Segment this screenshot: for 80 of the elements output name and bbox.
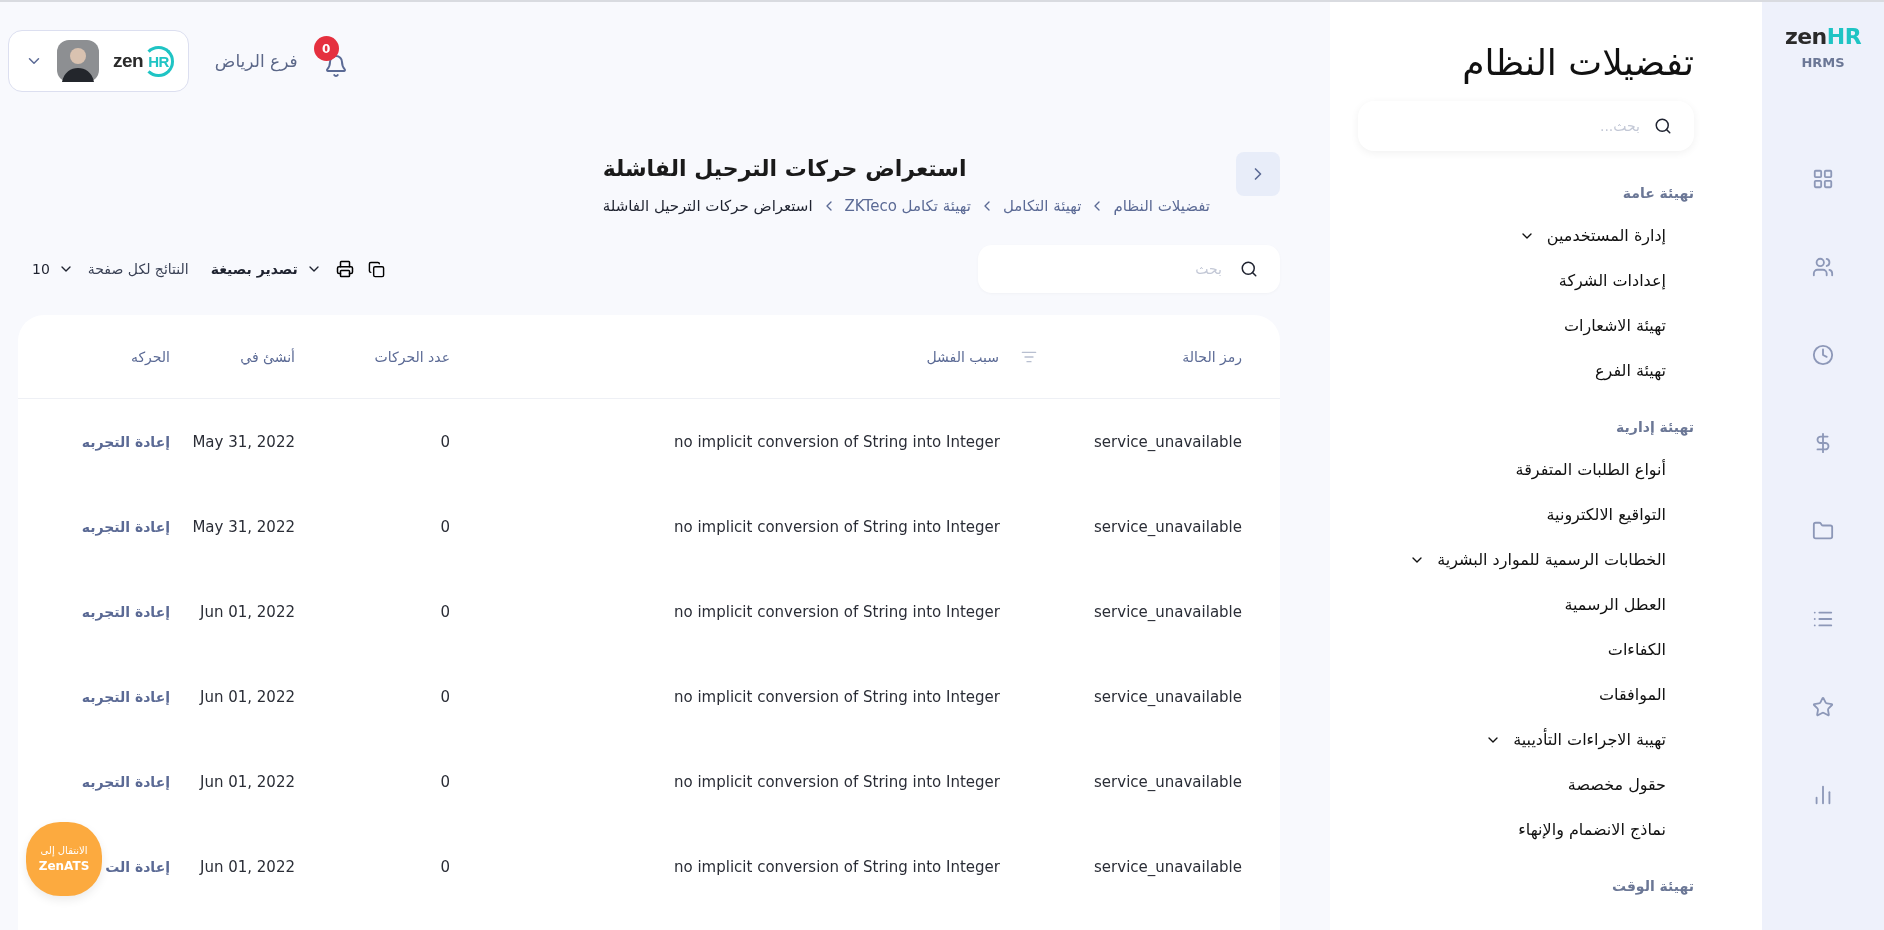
retry-link[interactable]: إعادة الت — [105, 858, 170, 875]
page-title: استعراض حركات الترحيل الفاشلة — [602, 156, 967, 181]
sidebar-item[interactable]: أنواع الطلبات المتفرقة — [1515, 447, 1666, 492]
table-cell-text: 0 — [439, 602, 451, 621]
retry-link[interactable]: إعادة التجربه — [81, 688, 170, 705]
sidebar-item[interactable]: نماذج الانضمام والإنهاء — [1518, 807, 1666, 852]
sidebar-item[interactable]: تهيبة الاجراءات التأديبية — [1485, 717, 1666, 762]
folder-icon[interactable] — [1812, 520, 1834, 542]
per-page-select[interactable]: 10 — [32, 261, 74, 277]
retry-link[interactable]: إعادة التجربه — [81, 518, 170, 535]
clock-icon[interactable] — [1812, 344, 1834, 366]
table-cell-text: 0 — [439, 432, 451, 451]
sidebar-item[interactable]: تهيئة الفرع — [1595, 348, 1666, 393]
table-cell-text: no implicit conversion of String into Integer — [673, 602, 1001, 621]
sidebar-item[interactable]: حقول مخصصة — [1567, 762, 1666, 807]
table-cell-text: no implicit conversion of String into Integer — [673, 857, 1001, 876]
table-cell-text: no implicit conversion of String into Integer — [673, 432, 1001, 451]
search-field[interactable]: بحث — [978, 245, 1280, 293]
table-cell-text: 0 — [439, 517, 451, 536]
breadcrumb-link[interactable]: تفضيلات النظام — [1113, 197, 1210, 215]
notification-count: 0 — [313, 36, 339, 61]
print-icon[interactable] — [335, 260, 354, 278]
column-header: أنشئ في — [240, 348, 295, 365]
section-heading: تهيئة إدارية — [1616, 418, 1694, 438]
table-cell-text: 0 — [439, 772, 451, 791]
account-menu[interactable]: zen HR — [8, 30, 189, 92]
column-header: رمز الحالة — [1182, 348, 1242, 365]
sidebar-item[interactable]: الكفاءات — [1607, 627, 1666, 672]
breadcrumb-link[interactable]: تهيئة التكامل — [1002, 197, 1082, 215]
column-header: الحركه — [130, 348, 170, 365]
users-icon[interactable] — [1812, 256, 1834, 278]
section-heading: تهيئة الوقت — [1611, 877, 1694, 897]
retry-link[interactable]: إعادة التجربه — [81, 603, 170, 620]
sidebar-item[interactable]: العطل الرسمية — [1564, 582, 1666, 627]
sidebar-item[interactable]: تهيئة الاشعارات — [1564, 303, 1666, 348]
table-cell-text: May 31, 2022 — [191, 432, 296, 451]
sidebar-item[interactable]: إدارة المستخدمين — [1518, 213, 1666, 258]
retry-link[interactable]: إعادة التجربه — [81, 433, 170, 450]
table-cell-text: Jun 01, 2022 — [198, 602, 296, 621]
back-button[interactable] — [1236, 152, 1280, 196]
star-icon[interactable] — [1812, 696, 1834, 718]
table-cell-text: Jun 01, 2022 — [198, 687, 296, 706]
copy-icon[interactable] — [367, 260, 385, 278]
breadcrumb-current: استعراض حركات الترحيل الفاشلة — [602, 197, 813, 215]
table-cell-text: service_unavailable — [1093, 602, 1243, 621]
avatar-icon — [57, 40, 99, 82]
sidebar-title: تفضيلات النظام — [1462, 42, 1694, 83]
grid-icon[interactable] — [1812, 168, 1834, 190]
table-cell-text: no implicit conversion of String into Integer — [673, 772, 1001, 791]
table-cell-text: May 31, 2022 — [191, 517, 296, 536]
sidebar-item[interactable]: التواقيع الالكترونية — [1546, 492, 1666, 537]
table-cell-text: service_unavailable — [1093, 517, 1243, 536]
table-cell-text: service_unavailable — [1093, 772, 1243, 791]
sidebar-item[interactable]: الموافقات — [1599, 672, 1666, 717]
table-cell-text: no implicit conversion of String into Integer — [673, 687, 1001, 706]
bell-icon[interactable] — [323, 54, 348, 78]
column-header: عدد الحركات — [374, 348, 450, 365]
section-heading: تهيئة عامة — [1622, 184, 1694, 204]
search-field[interactable]: بحث... — [1358, 101, 1694, 151]
table-cell-text: no implicit conversion of String into Integer — [673, 517, 1001, 536]
branch-name: فرع الرياض — [214, 51, 298, 71]
table-cell-text: service_unavailable — [1093, 687, 1243, 706]
product-name: HRMS — [1801, 55, 1845, 70]
per-page-label: النتائج لكل صفحة — [87, 261, 189, 277]
breadcrumb-link[interactable]: تهيئة تكامل ZKTeco — [844, 197, 971, 215]
search-icon — [1240, 260, 1258, 278]
app-logo: zenHR — [1784, 24, 1862, 49]
sidebar-item[interactable]: الخطابات الرسمية للموارد البشرية — [1409, 537, 1666, 582]
table-cell-text: Jun 01, 2022 — [198, 772, 296, 791]
column-header: سبب الفشل — [926, 348, 999, 365]
retry-link[interactable]: إعادة التجربه — [81, 773, 170, 790]
table-cell-text: 0 — [439, 687, 451, 706]
table-cell-text: service_unavailable — [1093, 857, 1243, 876]
table-cell-text: 0 — [439, 857, 451, 876]
table-cell-text: service_unavailable — [1093, 432, 1243, 451]
table-cell-text: Jun 01, 2022 — [198, 857, 296, 876]
sidebar-item[interactable]: إعدادات الشركة — [1558, 258, 1666, 303]
company-logo: zen HR — [113, 45, 174, 77]
export-dropdown[interactable]: تصدير بصيغة — [210, 261, 322, 277]
search-icon — [1654, 117, 1672, 135]
